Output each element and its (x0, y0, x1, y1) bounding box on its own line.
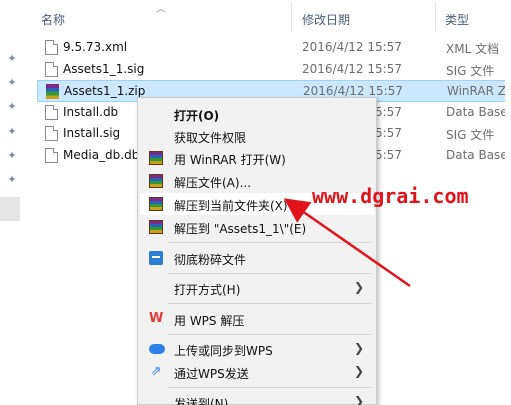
menu-item-label: 通过WPS发送 (174, 367, 249, 381)
menu-item-send-to[interactable]: 发送到(N) ❯ (140, 391, 374, 405)
file-type: Data Base (446, 148, 508, 162)
winrar-icon (149, 197, 163, 211)
winrar-icon (149, 151, 163, 165)
winrar-icon (149, 174, 163, 188)
file-type: WinRAR ZIP (447, 84, 511, 98)
file-name: Assets1_1.sig (63, 62, 145, 76)
menu-separator (168, 303, 372, 304)
navigation-pane: ✦ ✦ ✦ ✦ ✦ ✦ (0, 0, 28, 405)
file-name: 9.5.73.xml (63, 40, 128, 54)
file-name: Install.db (63, 105, 119, 119)
pin-icon[interactable]: ✦ (6, 53, 18, 65)
menu-item-label: 打开(O) (174, 109, 220, 123)
menu-separator (168, 334, 372, 335)
file-name: Assets1_1.zip (64, 84, 146, 98)
winrar-icon (149, 220, 163, 234)
share-icon: ⇗ (150, 364, 162, 379)
pin-icon[interactable]: ✦ (6, 150, 18, 162)
menu-item-label: 用 WPS 解压 (174, 314, 245, 328)
chevron-right-icon: ❯ (353, 341, 364, 355)
file-date: 2016/4/12 15:57 (302, 62, 402, 76)
menu-item-open-winrar[interactable]: 用 WinRAR 打开(W) (140, 147, 374, 169)
menu-item-get-permission[interactable]: 获取文件权限 (140, 125, 374, 147)
nav-selected-item[interactable] (0, 197, 20, 221)
menu-item-open[interactable]: 打开(O) (140, 103, 374, 125)
file-date: 2016/4/12 15:57 (302, 40, 402, 54)
menu-item-label: 获取文件权限 (174, 131, 247, 145)
file-name: Media_db.db (63, 148, 140, 162)
menu-item-label: 上传或同步到WPS (174, 344, 273, 358)
shredder-icon (149, 251, 163, 265)
chevron-right-icon: ❯ (353, 394, 364, 405)
column-name[interactable]: 名称 (41, 11, 65, 28)
file-row[interactable]: Assets1_1.sig 2016/4/12 15:57 SIG 文件 (37, 59, 511, 81)
file-icon (45, 126, 58, 141)
file-icon (45, 62, 58, 77)
menu-item-wps-extract[interactable]: W 用 WPS 解压 (140, 308, 374, 330)
file-type: XML 文档 (446, 42, 500, 56)
file-name: Install.sig (63, 126, 121, 140)
menu-item-label: 彻底粉碎文件 (174, 253, 247, 267)
menu-item-label: 解压文件(A)... (174, 176, 252, 190)
column-header: ︿ 名称 修改日期 类型 (28, 0, 511, 34)
file-row[interactable]: 9.5.73.xml 2016/4/12 15:57 XML 文档 (37, 37, 511, 59)
file-type: SIG 文件 (446, 128, 495, 142)
menu-item-label: 解压到当前文件夹(X) (174, 199, 288, 213)
pin-icon[interactable]: ✦ (6, 77, 18, 89)
cloud-icon (149, 344, 165, 354)
xml-file-icon (45, 40, 58, 55)
file-date: 2016/4/12 15:57 (303, 84, 403, 98)
file-type: Data Base (446, 105, 508, 119)
file-icon (45, 105, 58, 120)
pin-icon[interactable]: ✦ (6, 126, 18, 138)
chevron-right-icon: ❯ (353, 364, 364, 378)
menu-item-label: 用 WinRAR 打开(W) (174, 153, 286, 167)
red-arrow-annotation (283, 198, 411, 288)
pin-icon[interactable]: ✦ (6, 174, 18, 186)
column-divider[interactable] (435, 2, 436, 32)
file-type: SIG 文件 (446, 64, 495, 78)
menu-separator (168, 387, 372, 388)
winrar-zip-icon (46, 84, 59, 99)
menu-item-upload-wps[interactable]: 上传或同步到WPS ❯ (140, 338, 374, 360)
column-modified[interactable]: 修改日期 (302, 11, 350, 28)
column-divider[interactable] (291, 2, 292, 32)
menu-item-label: 打开方式(H) (174, 283, 241, 297)
wps-logo-icon: W (149, 311, 164, 326)
pin-icon[interactable]: ✦ (6, 101, 18, 113)
sort-caret-icon: ︿ (156, 4, 166, 15)
menu-item-label: 发送到(N) (174, 397, 229, 405)
column-type[interactable]: 类型 (445, 11, 469, 28)
file-icon (45, 148, 58, 163)
vertical-scrollbar[interactable] (505, 34, 511, 405)
menu-item-send-wps[interactable]: ⇗ 通过WPS发送 ❯ (140, 361, 374, 383)
